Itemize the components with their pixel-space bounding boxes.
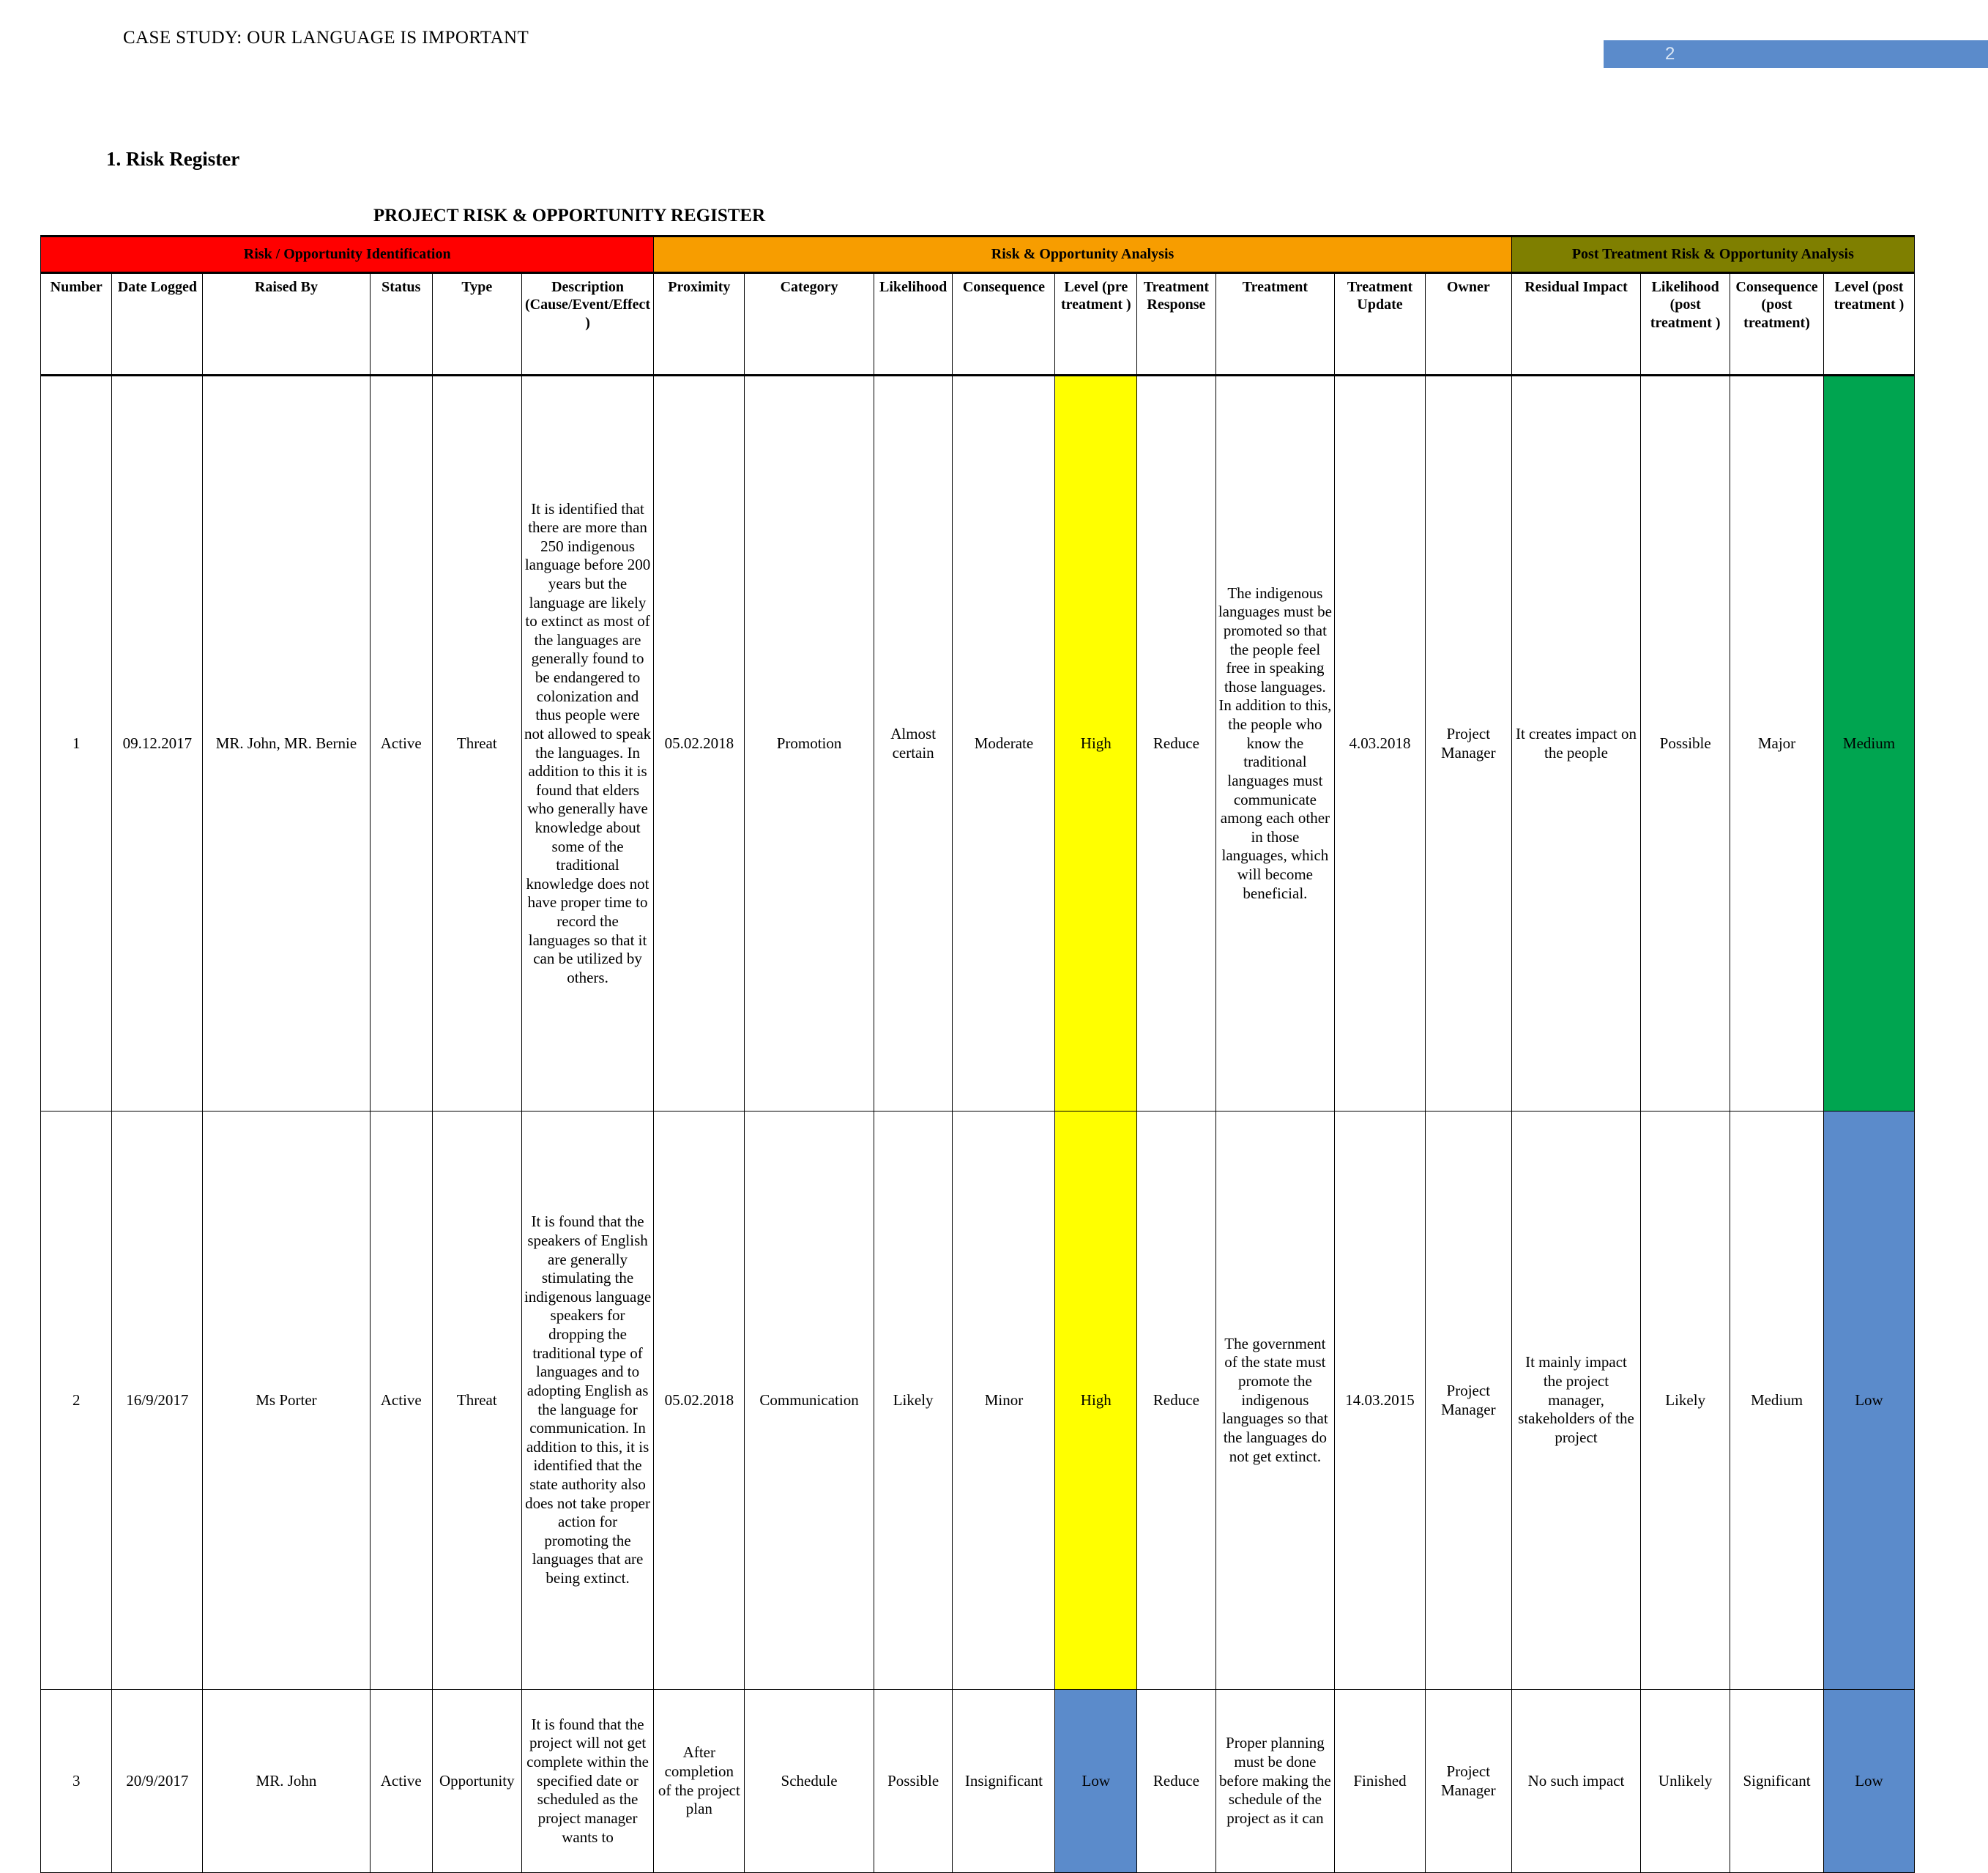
cell-level-post: Low (1823, 1689, 1916, 1873)
cell-type: Threat (431, 375, 522, 1111)
table-title: PROJECT RISK & OPPORTUNITY REGISTER (373, 206, 766, 226)
cell-proximity: After completion of the project plan (653, 1689, 745, 1873)
cell-likelihood: Likely (873, 1111, 953, 1690)
page-number-bar: 2 (1604, 40, 1988, 68)
band-post-treatment: Post Treatment Risk & Opportunity Analys… (1511, 235, 1916, 274)
cell-owner: Project Manager (1424, 375, 1512, 1111)
cell-treatment-update: 4.03.2018 (1334, 375, 1426, 1111)
cell-description: It is found that the speakers of English… (521, 1111, 655, 1690)
cell-proximity: 05.02.2018 (653, 1111, 745, 1690)
cell-description: It is identified that there are more tha… (521, 375, 655, 1111)
cell-consequence: Moderate (952, 375, 1056, 1111)
cell-level-pre: High (1054, 1111, 1138, 1690)
cell-treatment: Proper planning must be done before maki… (1215, 1689, 1336, 1873)
cell-type: Opportunity (431, 1689, 522, 1873)
cell-date-logged: 09.12.2017 (111, 375, 204, 1111)
band-analysis: Risk & Opportunity Analysis (653, 235, 1512, 274)
cell-treatment: The indigenous languages must be promote… (1215, 375, 1336, 1111)
table-row: 2 16/9/2017 Ms Porter Active Threat It i… (40, 1111, 1916, 1690)
cell-likelihood: Almost certain (873, 375, 953, 1111)
cell-consequence: Insignificant (952, 1689, 1056, 1873)
cell-residual-impact: It creates impact on the people (1511, 375, 1642, 1111)
col-header-level-post: Level (post treatment ) (1823, 272, 1916, 376)
cell-likelihood-post: Possible (1640, 375, 1731, 1111)
col-header-description: Description (Cause/Event/Effect) (521, 272, 655, 376)
cell-status: Active (369, 1111, 433, 1690)
cell-number: 2 (40, 1111, 113, 1690)
col-header-treatment-response: Treatment Response (1136, 272, 1216, 376)
cell-number: 3 (40, 1689, 113, 1873)
cell-date-logged: 16/9/2017 (111, 1111, 204, 1690)
cell-raised-by: MR. John, MR. Bernie (202, 375, 371, 1111)
col-header-level-pre: Level (pre treatment ) (1054, 272, 1138, 376)
section-heading: 1. Risk Register (106, 148, 240, 170)
cell-residual-impact: It mainly impact the project manager, st… (1511, 1111, 1642, 1690)
cell-proximity: 05.02.2018 (653, 375, 745, 1111)
col-header-date-logged: Date Logged (111, 272, 204, 376)
cell-owner: Project Manager (1424, 1111, 1512, 1690)
col-header-category: Category (744, 272, 874, 376)
running-head: CASE STUDY: OUR LANGUAGE IS IMPORTANT (123, 28, 529, 48)
page-header: CASE STUDY: OUR LANGUAGE IS IMPORTANT 2 (0, 0, 1988, 88)
col-header-likelihood: Likelihood (873, 272, 953, 376)
col-header-likelihood-post: Likelihood (post treatment ) (1640, 272, 1731, 376)
cell-number: 1 (40, 375, 113, 1111)
risk-register-table: Risk / Opportunity Identification Risk &… (40, 235, 1916, 1873)
cell-category: Promotion (744, 375, 874, 1111)
col-header-residual-impact: Residual Impact (1511, 272, 1642, 376)
cell-level-post: Medium (1823, 375, 1916, 1111)
cell-category: Schedule (744, 1689, 874, 1873)
cell-level-pre: High (1054, 375, 1138, 1111)
table-row: 1 09.12.2017 MR. John, MR. Bernie Active… (40, 375, 1916, 1111)
cell-consequence: Minor (952, 1111, 1056, 1690)
table-band-row: Risk / Opportunity Identification Risk &… (40, 235, 1916, 274)
col-header-consequence-post: Consequence (post treatment) (1730, 272, 1824, 376)
cell-residual-impact: No such impact (1511, 1689, 1642, 1873)
cell-treatment-response: Reduce (1136, 1111, 1216, 1690)
cell-description: It is found that the project will not ge… (521, 1689, 655, 1873)
cell-raised-by: MR. John (202, 1689, 371, 1873)
col-header-treatment-update: Treatment Update (1334, 272, 1426, 376)
cell-consequence-post: Medium (1730, 1111, 1824, 1690)
cell-likelihood-post: Likely (1640, 1111, 1731, 1690)
col-header-status: Status (369, 272, 433, 376)
col-header-owner: Owner (1424, 272, 1512, 376)
cell-raised-by: Ms Porter (202, 1111, 371, 1690)
page-number: 2 (1665, 44, 1675, 64)
cell-status: Active (369, 1689, 433, 1873)
cell-likelihood-post: Unlikely (1640, 1689, 1731, 1873)
cell-type: Threat (431, 1111, 522, 1690)
cell-treatment: The government of the state must promote… (1215, 1111, 1336, 1690)
cell-treatment-response: Reduce (1136, 1689, 1216, 1873)
cell-category: Communication (744, 1111, 874, 1690)
cell-date-logged: 20/9/2017 (111, 1689, 204, 1873)
cell-likelihood: Possible (873, 1689, 953, 1873)
cell-consequence-post: Significant (1730, 1689, 1824, 1873)
band-identification: Risk / Opportunity Identification (40, 235, 655, 274)
col-header-type: Type (431, 272, 522, 376)
cell-treatment-response: Reduce (1136, 375, 1216, 1111)
table-row: 3 20/9/2017 MR. John Active Opportunity … (40, 1689, 1916, 1873)
col-header-proximity: Proximity (653, 272, 745, 376)
col-header-consequence: Consequence (952, 272, 1056, 376)
cell-status: Active (369, 375, 433, 1111)
cell-consequence-post: Major (1730, 375, 1824, 1111)
col-header-raised-by: Raised By (202, 272, 371, 376)
risk-register-table-wrap: Risk / Opportunity Identification Risk &… (40, 235, 1916, 1873)
cell-level-post: Low (1823, 1111, 1916, 1690)
cell-treatment-update: Finished (1334, 1689, 1426, 1873)
cell-level-pre: Low (1054, 1689, 1138, 1873)
cell-owner: Project Manager (1424, 1689, 1512, 1873)
col-header-number: Number (40, 272, 113, 376)
table-header-row: Number Date Logged Raised By Status Type… (40, 272, 1916, 376)
col-header-treatment: Treatment (1215, 272, 1336, 376)
cell-treatment-update: 14.03.2015 (1334, 1111, 1426, 1690)
